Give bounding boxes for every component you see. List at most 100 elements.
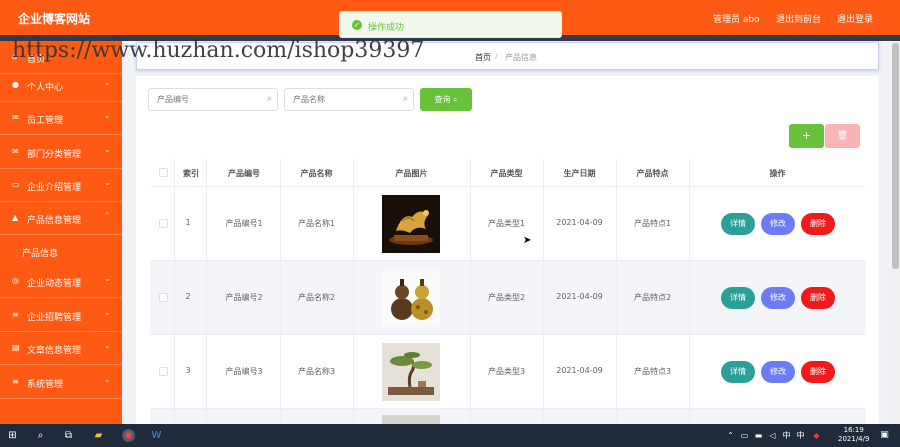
add-button[interactable]: + [789, 124, 824, 148]
batch-delete-button[interactable]: 🗑 [825, 124, 860, 148]
product-code-input[interactable] [149, 89, 277, 110]
table-row: 1 产品编号1 产品名称1 产品类型1 2021-04-09 产品特点1 详情 … [150, 187, 866, 261]
chrome-icon[interactable]: ◉ [122, 429, 135, 442]
cell-index: 3 [185, 366, 191, 375]
sidebar-item-profile[interactable]: ● 个人中心 ⌄ [0, 69, 122, 102]
sidebar-item-label: 系统管理 [27, 380, 64, 390]
word-icon[interactable]: W [150, 429, 163, 442]
edit-button[interactable]: 修改 [761, 361, 795, 383]
detail-button[interactable]: 详情 [721, 287, 755, 309]
plus-label: + [801, 129, 812, 142]
chevron-down-icon: ⌄ [104, 308, 111, 317]
table-row: 2 产品编号2 产品名称2 产品类型2 2021-04-09 产品特点2 详情 … [150, 261, 866, 335]
cell-type: 产品类型1 [487, 219, 526, 228]
sidebar-subitem-label: 产品信息 [22, 249, 59, 259]
sidebar-subitem-product-info[interactable]: 产品信息 [0, 235, 122, 269]
row-checkbox[interactable] [159, 219, 168, 228]
speaker-icon[interactable]: ◁ [766, 429, 779, 442]
product-code-search[interactable]: ⌕ [148, 88, 278, 111]
col-feature: 产品特点 [636, 169, 669, 178]
chevron-down-icon: ⌄ [104, 111, 111, 120]
breadcrumb-home[interactable]: 首页 [475, 52, 491, 63]
back-to-frontend-link[interactable]: 退出到前台 [776, 12, 821, 25]
delete-button[interactable]: 删除 [801, 361, 835, 383]
chevron-up-icon: ⌃ [104, 211, 111, 220]
row-checkbox[interactable] [159, 293, 168, 302]
mail-icon: ✉ [12, 147, 19, 156]
chat-icon: ▭ [12, 180, 20, 189]
chevron-down-icon: ⌄ [104, 274, 111, 283]
detail-button[interactable]: 详情 [721, 213, 755, 235]
table-header: 索引 产品编号 产品名称 产品图片 产品类型 生产日期 产品特点 操作 [150, 159, 866, 187]
notification-icon[interactable]: ▣ [878, 429, 891, 442]
sidebar-item-label: 产品信息管理 [27, 216, 82, 226]
sidebar: ⌂ 首页 ● 个人中心 ⌄ ✉ 员工管理 ⌄ ✉ 部门分类管理 ⌄ ▭ 企业介绍… [0, 41, 122, 424]
search-icon[interactable]: ⌕ [34, 429, 47, 442]
list-icon: ≡ [12, 377, 19, 386]
column-divider [616, 159, 617, 429]
folder-icon[interactable]: ▰ [92, 429, 105, 442]
cell-date: 2021-04-09 [556, 292, 603, 301]
lang-indicator[interactable]: 中 [794, 429, 807, 442]
col-actions: 操作 [769, 169, 786, 178]
search-icon: ⌕ [453, 95, 458, 104]
col-name: 产品名称 [300, 169, 333, 178]
column-divider [206, 159, 207, 429]
network-icon[interactable]: ▭ [738, 429, 751, 442]
admin-label: 管理员 abo [713, 15, 760, 25]
clock-time: 16:19 [843, 426, 864, 434]
sidebar-item-system[interactable]: ≡ 系统管理 ⌄ [0, 366, 122, 399]
column-divider [543, 159, 544, 429]
select-all-checkbox[interactable] [159, 168, 168, 177]
vertical-scrollbar[interactable] [891, 41, 900, 424]
query-button[interactable]: 查询 ⌕ [420, 88, 472, 111]
sidebar-item-staff[interactable]: ✉ 员工管理 ⌄ [0, 102, 122, 135]
sidebar-item-products[interactable]: ▲ 产品信息管理 ⌃ [0, 202, 122, 235]
main-panel: ⌕ ⌕ 查询 ⌕ + 🗑 索引 产品编号 产品名称 产品图片 产品类型 生产日期… [136, 76, 879, 429]
cell-code: 产品编号2 [225, 293, 263, 302]
col-date: 生产日期 [563, 169, 596, 178]
edit-button[interactable]: 修改 [761, 287, 795, 309]
logout-link[interactable]: 退出登录 [837, 12, 873, 25]
sidebar-item-label: 企业介绍管理 [27, 183, 82, 193]
battery-icon[interactable]: ▬ [752, 429, 765, 442]
user-icon: ● [12, 80, 19, 89]
edit-button[interactable]: 修改 [761, 213, 795, 235]
table-row: 3 产品编号3 产品名称3 产品类型3 2021-04-09 产品特点3 详情 … [150, 335, 866, 409]
col-image: 产品图片 [395, 169, 428, 178]
sidebar-item-recruit[interactable]: ≡ 企业招聘管理 ⌄ [0, 299, 122, 332]
antivirus-icon[interactable]: ◆ [810, 429, 823, 442]
cell-code: 产品编号3 [225, 367, 263, 376]
column-divider [470, 159, 471, 429]
sidebar-item-label: 部门分类管理 [27, 150, 82, 160]
sidebar-item-news[interactable]: ◎ 企业动态管理 ⌄ [0, 265, 122, 298]
cell-date: 2021-04-09 [556, 218, 603, 227]
sidebar-item-articles[interactable]: ▤ 文章信息管理 ⌄ [0, 332, 122, 365]
doc-icon: ▤ [12, 343, 20, 352]
chevron-up-icon[interactable]: ⌃ [724, 429, 737, 442]
sidebar-item-label: 员工管理 [27, 116, 64, 126]
cell-name: 产品名称1 [297, 219, 336, 228]
sidebar-item-intro[interactable]: ▭ 企业介绍管理 ⌄ [0, 169, 122, 202]
mouse-cursor-icon: ➤ [523, 235, 532, 246]
delete-button[interactable]: 删除 [801, 213, 835, 235]
list-icon: ≡ [12, 310, 19, 319]
detail-button[interactable]: 详情 [721, 361, 755, 383]
sidebar-item-label: 个人中心 [27, 83, 64, 93]
column-divider [689, 159, 690, 429]
windows-start-icon[interactable]: ⊞ [6, 429, 19, 442]
scrollbar-thumb[interactable] [892, 43, 899, 269]
task-view-icon[interactable]: ⧉ [62, 429, 75, 442]
input-method-icon[interactable]: 中 [780, 429, 793, 442]
row-checkbox[interactable] [159, 367, 168, 376]
mail-icon: ✉ [12, 113, 19, 122]
sidebar-item-department[interactable]: ✉ 部门分类管理 ⌄ [0, 136, 122, 169]
chevron-down-icon: ⌄ [104, 78, 111, 87]
delete-button[interactable]: 删除 [801, 287, 835, 309]
system-clock[interactable]: 16:19 2021/4/9 [838, 426, 869, 444]
product-name-input[interactable] [285, 89, 413, 110]
cell-index: 2 [185, 292, 191, 301]
product-name-search[interactable]: ⌕ [284, 88, 414, 111]
toast-message: 操作成功 [368, 23, 405, 33]
cell-feature: 产品特点1 [633, 219, 672, 228]
